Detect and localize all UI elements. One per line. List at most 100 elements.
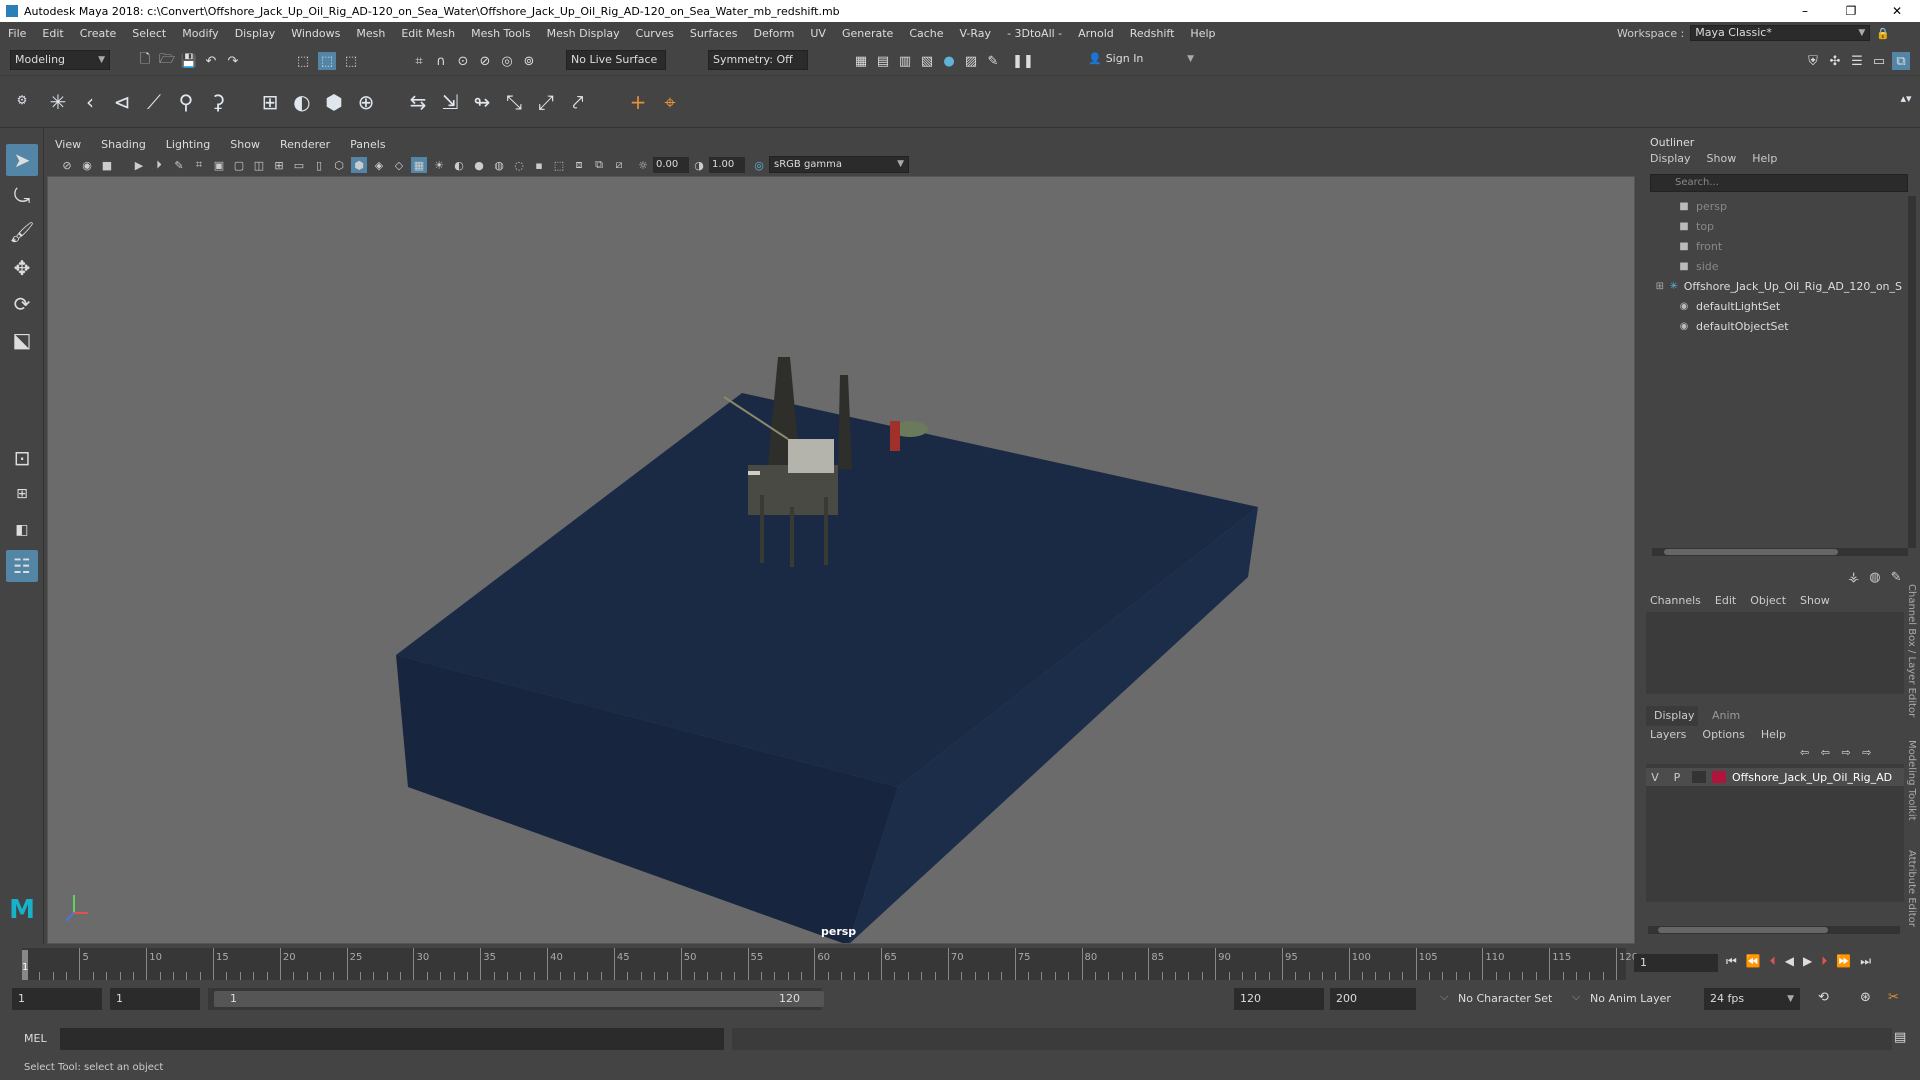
menu-generate[interactable]: Generate	[834, 27, 901, 40]
viewport-menu-lighting[interactable]: Lighting	[156, 138, 220, 151]
character-set-icon[interactable]: ⌵	[1440, 990, 1448, 1004]
poly-cube-icon[interactable]: ‹	[76, 88, 104, 116]
animation-start-field[interactable]: 1	[12, 988, 102, 1010]
gate-mask-icon[interactable]: ◫	[251, 157, 267, 173]
save-scene-icon[interactable]: 💾	[180, 52, 198, 70]
resolution-gate-icon[interactable]: ▢	[231, 157, 247, 173]
menu-v-ray[interactable]: V-Ray	[952, 27, 1000, 40]
snap-vertex-icon[interactable]: ⊚	[520, 52, 538, 70]
viewport-menu-shading[interactable]: Shading	[91, 138, 156, 151]
menu-select[interactable]: Select	[124, 27, 174, 40]
scrollbar-thumb[interactable]	[1664, 549, 1838, 555]
move-tool-icon[interactable]: ✥	[6, 252, 38, 284]
select-camera-icon[interactable]: ⊘	[59, 157, 75, 173]
maximize-button[interactable]: ❐	[1828, 0, 1874, 22]
command-language-label[interactable]: MEL	[24, 1032, 47, 1045]
shadows-icon[interactable]: ◐	[451, 157, 467, 173]
tool-settings-icon[interactable]: ▭	[1870, 52, 1888, 70]
go-to-end-icon[interactable]: ⏭	[1860, 954, 1871, 969]
exposure-icon[interactable]: ☼	[635, 157, 651, 173]
channel-box-side-tab[interactable]: Channel Box / Layer Editor	[1906, 584, 1917, 717]
render-icon[interactable]: ▦	[852, 52, 870, 70]
extrude-icon[interactable]: ⊞	[256, 88, 284, 116]
wave-icon[interactable]: ⤤	[564, 88, 592, 116]
motion-blur-icon[interactable]: ◍	[491, 157, 507, 173]
menu-3dtoall[interactable]: - 3DtoAll -	[999, 27, 1070, 40]
outliner-menu-help[interactable]: Help	[1752, 152, 1777, 165]
hypershade-icon[interactable]: ●	[940, 52, 958, 70]
layer-menu-layers[interactable]: Layers	[1650, 728, 1686, 741]
channelbox-menu-object[interactable]: Object	[1750, 594, 1786, 607]
range-slider-handle[interactable]: 1 120	[214, 991, 824, 1007]
snap-point-icon[interactable]: ⊙	[454, 52, 472, 70]
new-scene-icon[interactable]: 🗋	[136, 52, 154, 70]
color-management-icon[interactable]: ◎	[751, 157, 767, 173]
joint-tool-icon[interactable]: ⚲	[172, 88, 200, 116]
bridge-icon[interactable]: ⬢	[320, 88, 348, 116]
menu-mesh-tools[interactable]: Mesh Tools	[463, 27, 539, 40]
play-forwards-icon[interactable]: ▶	[1803, 954, 1812, 969]
menu-edit-mesh[interactable]: Edit Mesh	[393, 27, 463, 40]
grease-pencil-icon[interactable]: ✎	[171, 157, 187, 173]
four-view-layout-icon[interactable]: ⊞	[6, 478, 38, 510]
menu-curves[interactable]: Curves	[628, 27, 682, 40]
viewport-menu-panels[interactable]: Panels	[340, 138, 395, 151]
depth-of-field-icon[interactable]: ▪	[531, 157, 547, 173]
menu-mesh-display[interactable]: Mesh Display	[539, 27, 628, 40]
shelf-menu-icon[interactable]: ⚙	[8, 86, 36, 114]
ipr-render-icon[interactable]: ▥	[896, 52, 914, 70]
sign-in-button[interactable]: 👤 Sign In ▼	[1084, 50, 1198, 70]
menu-cache[interactable]: Cache	[901, 27, 951, 40]
layer-menu-help[interactable]: Help	[1761, 728, 1786, 741]
playback-end-field[interactable]: 120	[1234, 988, 1324, 1010]
menu-modify[interactable]: Modify	[174, 27, 226, 40]
new-layer-selected-icon[interactable]: ⇨	[1862, 746, 1871, 759]
menu-display[interactable]: Display	[227, 27, 284, 40]
rotate-tool-icon[interactable]: ⟳	[6, 288, 38, 320]
menu-redshift[interactable]: Redshift	[1122, 27, 1183, 40]
poly-cylinder-icon[interactable]: ⊲	[108, 88, 136, 116]
backface-culling-icon[interactable]: ⧄	[611, 157, 627, 173]
lasso-tool-icon[interactable]: ⤿	[6, 180, 38, 212]
menu-uv[interactable]: UV	[802, 27, 834, 40]
outliner-h-scrollbar[interactable]	[1652, 548, 1908, 556]
lighting-icon[interactable]: ✎	[984, 52, 1002, 70]
curve-tool-icon[interactable]: ⟋	[140, 88, 168, 116]
outliner-item[interactable]: ◉ defaultObjectSet	[1642, 316, 1902, 336]
shelf-scroll-icon[interactable]: ▴▾	[1892, 84, 1920, 112]
playback-start-field[interactable]: 1	[110, 988, 200, 1010]
range-slider[interactable]: 1 120	[208, 988, 824, 1010]
twist-icon[interactable]: ⤢	[532, 88, 560, 116]
view-transform-dropdown[interactable]: sRGB gamma ▼	[769, 156, 909, 173]
menu-arnold[interactable]: Arnold	[1070, 27, 1122, 40]
render-settings-icon[interactable]: ▧	[918, 52, 936, 70]
anim-layer-icon[interactable]: ⌵	[1572, 990, 1580, 1004]
hierarchy-icon[interactable]: ⚶	[1848, 570, 1859, 585]
channelbox-menu-show[interactable]: Show	[1800, 594, 1830, 607]
preferences-icon[interactable]: ✂	[1888, 990, 1899, 1005]
menu-windows[interactable]: Windows	[283, 27, 348, 40]
outliner-item[interactable]: ⊞ ✳ Offshore_Jack_Up_Oil_Rig_AD_120_on_S	[1642, 276, 1902, 296]
tab-display[interactable]: Display	[1646, 706, 1698, 726]
channelbox-menu-channels[interactable]: Channels	[1650, 594, 1701, 607]
render-view-icon[interactable]: ▨	[962, 52, 980, 70]
loop-icon[interactable]: ⟲	[1818, 990, 1829, 1005]
select-hierarchy-icon[interactable]: ⬚	[294, 52, 312, 70]
grid-icon[interactable]: ⌗	[191, 157, 207, 173]
menu-mesh[interactable]: Mesh	[348, 27, 393, 40]
workspace-dropdown[interactable]: Maya Classic* ▼	[1690, 25, 1871, 41]
film-gate-icon[interactable]: ▣	[211, 157, 227, 173]
open-scene-icon[interactable]: 🗁	[158, 52, 176, 70]
wireframe-icon[interactable]: ⬡	[331, 157, 347, 173]
outliner-search-field[interactable]: Search...	[1650, 174, 1908, 192]
gamma-field[interactable]: 1.00	[709, 157, 745, 173]
symmetry-dropdown[interactable]: Symmetry: Off	[708, 50, 808, 70]
current-frame-field[interactable]: 1	[1634, 954, 1718, 972]
step-back-frame-icon[interactable]: ⏴	[1770, 954, 1776, 969]
attribute-editor-icon[interactable]: ☰	[1848, 52, 1866, 70]
locator-icon[interactable]: +	[624, 88, 652, 116]
layer-color-swatch[interactable]	[1712, 771, 1726, 783]
step-back-key-icon[interactable]: ⏪	[1746, 954, 1761, 969]
anti-aliasing-icon[interactable]: ◌	[511, 157, 527, 173]
shape-icon[interactable]: ◍	[1869, 570, 1880, 585]
